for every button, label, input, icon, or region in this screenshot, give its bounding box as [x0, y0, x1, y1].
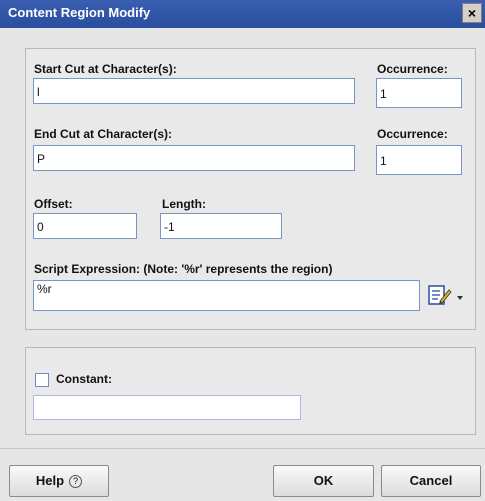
script-editor-button[interactable]: [428, 284, 454, 306]
cancel-button-label: Cancel: [409, 473, 453, 488]
script-editor-icon: [428, 285, 452, 305]
script-expression-label: Script Expression: (Note: '%r' represent…: [34, 262, 333, 276]
constant-input[interactable]: [33, 395, 301, 420]
script-expression-input[interactable]: %r: [33, 280, 420, 311]
end-occurrence-label: Occurrence:: [377, 127, 448, 141]
window-title: Content Region Modify: [8, 5, 151, 20]
close-button[interactable]: ×: [462, 3, 482, 23]
cancel-button[interactable]: Cancel: [381, 465, 481, 497]
offset-input[interactable]: 0: [33, 213, 137, 239]
end-cut-input[interactable]: P: [33, 145, 355, 171]
length-input[interactable]: -1: [160, 213, 282, 239]
end-occurrence-input[interactable]: 1: [376, 145, 462, 175]
help-button-label: Help: [35, 473, 65, 488]
ok-button-label: OK: [313, 473, 334, 488]
start-occurrence-label: Occurrence:: [377, 62, 448, 76]
start-cut-input[interactable]: l: [33, 78, 355, 104]
end-cut-label: End Cut at Character(s):: [34, 127, 173, 141]
start-cut-label: Start Cut at Character(s):: [34, 62, 177, 76]
length-label: Length:: [162, 197, 206, 211]
constant-checkbox[interactable]: [35, 373, 49, 387]
offset-label: Offset:: [34, 197, 73, 211]
script-editor-dropdown-icon[interactable]: [457, 296, 463, 300]
start-occurrence-input[interactable]: 1: [376, 78, 462, 108]
content-region-modify-dialog: Content Region Modify × Start Cut at Cha…: [0, 0, 485, 501]
button-bar-separator: [0, 448, 485, 449]
ok-button[interactable]: OK: [273, 465, 374, 497]
close-icon: ×: [467, 5, 477, 21]
constant-label: Constant:: [56, 372, 112, 386]
constant-panel: [25, 347, 476, 435]
help-icon: ?: [69, 475, 83, 488]
title-bar: Content Region Modify ×: [0, 0, 485, 28]
help-button[interactable]: Help?: [9, 465, 109, 497]
